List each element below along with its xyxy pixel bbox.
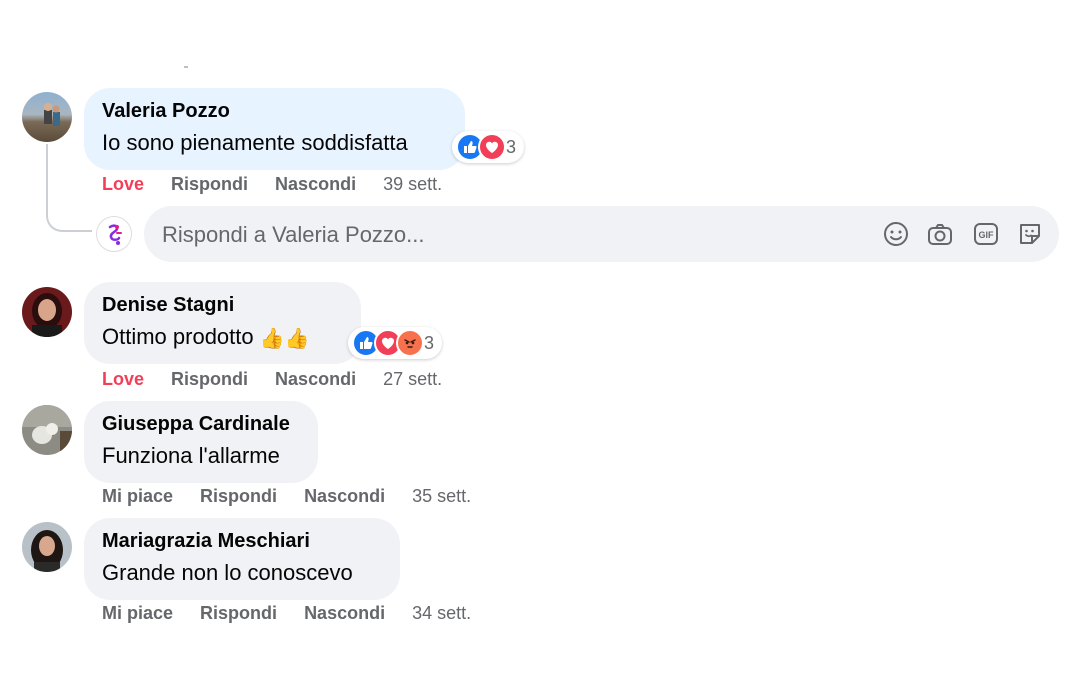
- camera-icon[interactable]: [926, 220, 954, 248]
- comment-bubble: Denise Stagni Ottimo prodotto 👍👍: [84, 282, 361, 364]
- avatar[interactable]: [22, 287, 72, 337]
- reply-input[interactable]: [162, 222, 762, 248]
- comment-actions: Love Rispondi Nascondi 27 sett.: [102, 369, 464, 390]
- angry-icon: [396, 329, 424, 357]
- reply-button[interactable]: Rispondi: [171, 369, 248, 389]
- hide-button[interactable]: Nascondi: [304, 603, 385, 623]
- reply-button[interactable]: Rispondi: [171, 174, 248, 194]
- love-icon: [478, 133, 506, 161]
- divider: [184, 66, 188, 68]
- love-button[interactable]: Love: [102, 174, 144, 194]
- reply-button[interactable]: Rispondi: [200, 486, 277, 506]
- comment-bubble: Giuseppa Cardinale Funziona l'allarme: [84, 401, 318, 483]
- love-button[interactable]: Love: [102, 369, 144, 389]
- avatar[interactable]: [22, 92, 72, 142]
- comment-author[interactable]: Giuseppa Cardinale: [102, 413, 290, 436]
- comment-text: Grande non lo conoscevo: [102, 560, 353, 585]
- comment-author[interactable]: Valeria Pozzo: [102, 100, 230, 123]
- reaction-count: 3: [506, 136, 517, 157]
- sticker-icon[interactable]: [1016, 220, 1044, 248]
- hide-button[interactable]: Nascondi: [275, 369, 356, 389]
- thumbs-up-emoji: 👍👍: [259, 327, 310, 350]
- page-avatar: [96, 216, 132, 252]
- like-button[interactable]: Mi piace: [102, 603, 173, 623]
- timestamp[interactable]: 34 sett.: [412, 603, 471, 623]
- gif-icon[interactable]: GIF: [972, 220, 1000, 248]
- comment-actions: Mi piace Rispondi Nascondi 35 sett.: [102, 486, 493, 507]
- reactions-summary[interactable]: 3: [452, 131, 525, 163]
- comment-actions: Mi piace Rispondi Nascondi 34 sett.: [102, 603, 493, 624]
- comment-author[interactable]: Mariagrazia Meschiari: [102, 530, 310, 553]
- comment-text: Funziona l'allarme: [102, 443, 280, 468]
- timestamp[interactable]: 35 sett.: [412, 486, 471, 506]
- avatar[interactable]: [22, 405, 72, 455]
- like-button[interactable]: Mi piace: [102, 486, 173, 506]
- timestamp[interactable]: 27 sett.: [383, 369, 442, 389]
- reactions-summary[interactable]: 3: [348, 327, 443, 359]
- comment-bubble: Valeria Pozzo Io sono pienamente soddisf…: [84, 88, 465, 170]
- emoji-icon[interactable]: [882, 220, 910, 248]
- hide-button[interactable]: Nascondi: [275, 174, 356, 194]
- hide-button[interactable]: Nascondi: [304, 486, 385, 506]
- thread-connector: [46, 144, 92, 232]
- comment-text-content: Ottimo prodotto: [102, 324, 254, 349]
- comment-author[interactable]: Denise Stagni: [102, 294, 234, 317]
- page-logo-icon: [108, 224, 122, 245]
- reaction-count: 3: [424, 332, 435, 353]
- comment-actions: Love Rispondi Nascondi 39 sett.: [102, 174, 464, 195]
- svg-text:GIF: GIF: [979, 230, 995, 240]
- reply-composer[interactable]: GIF: [144, 206, 1059, 262]
- comment-bubble: Mariagrazia Meschiari Grande non lo cono…: [84, 518, 400, 600]
- comment-text: Io sono pienamente soddisfatta: [102, 130, 408, 155]
- avatar[interactable]: [22, 522, 72, 572]
- comment-text: Ottimo prodotto 👍👍: [102, 324, 310, 351]
- reply-button[interactable]: Rispondi: [200, 603, 277, 623]
- timestamp[interactable]: 39 sett.: [383, 174, 442, 194]
